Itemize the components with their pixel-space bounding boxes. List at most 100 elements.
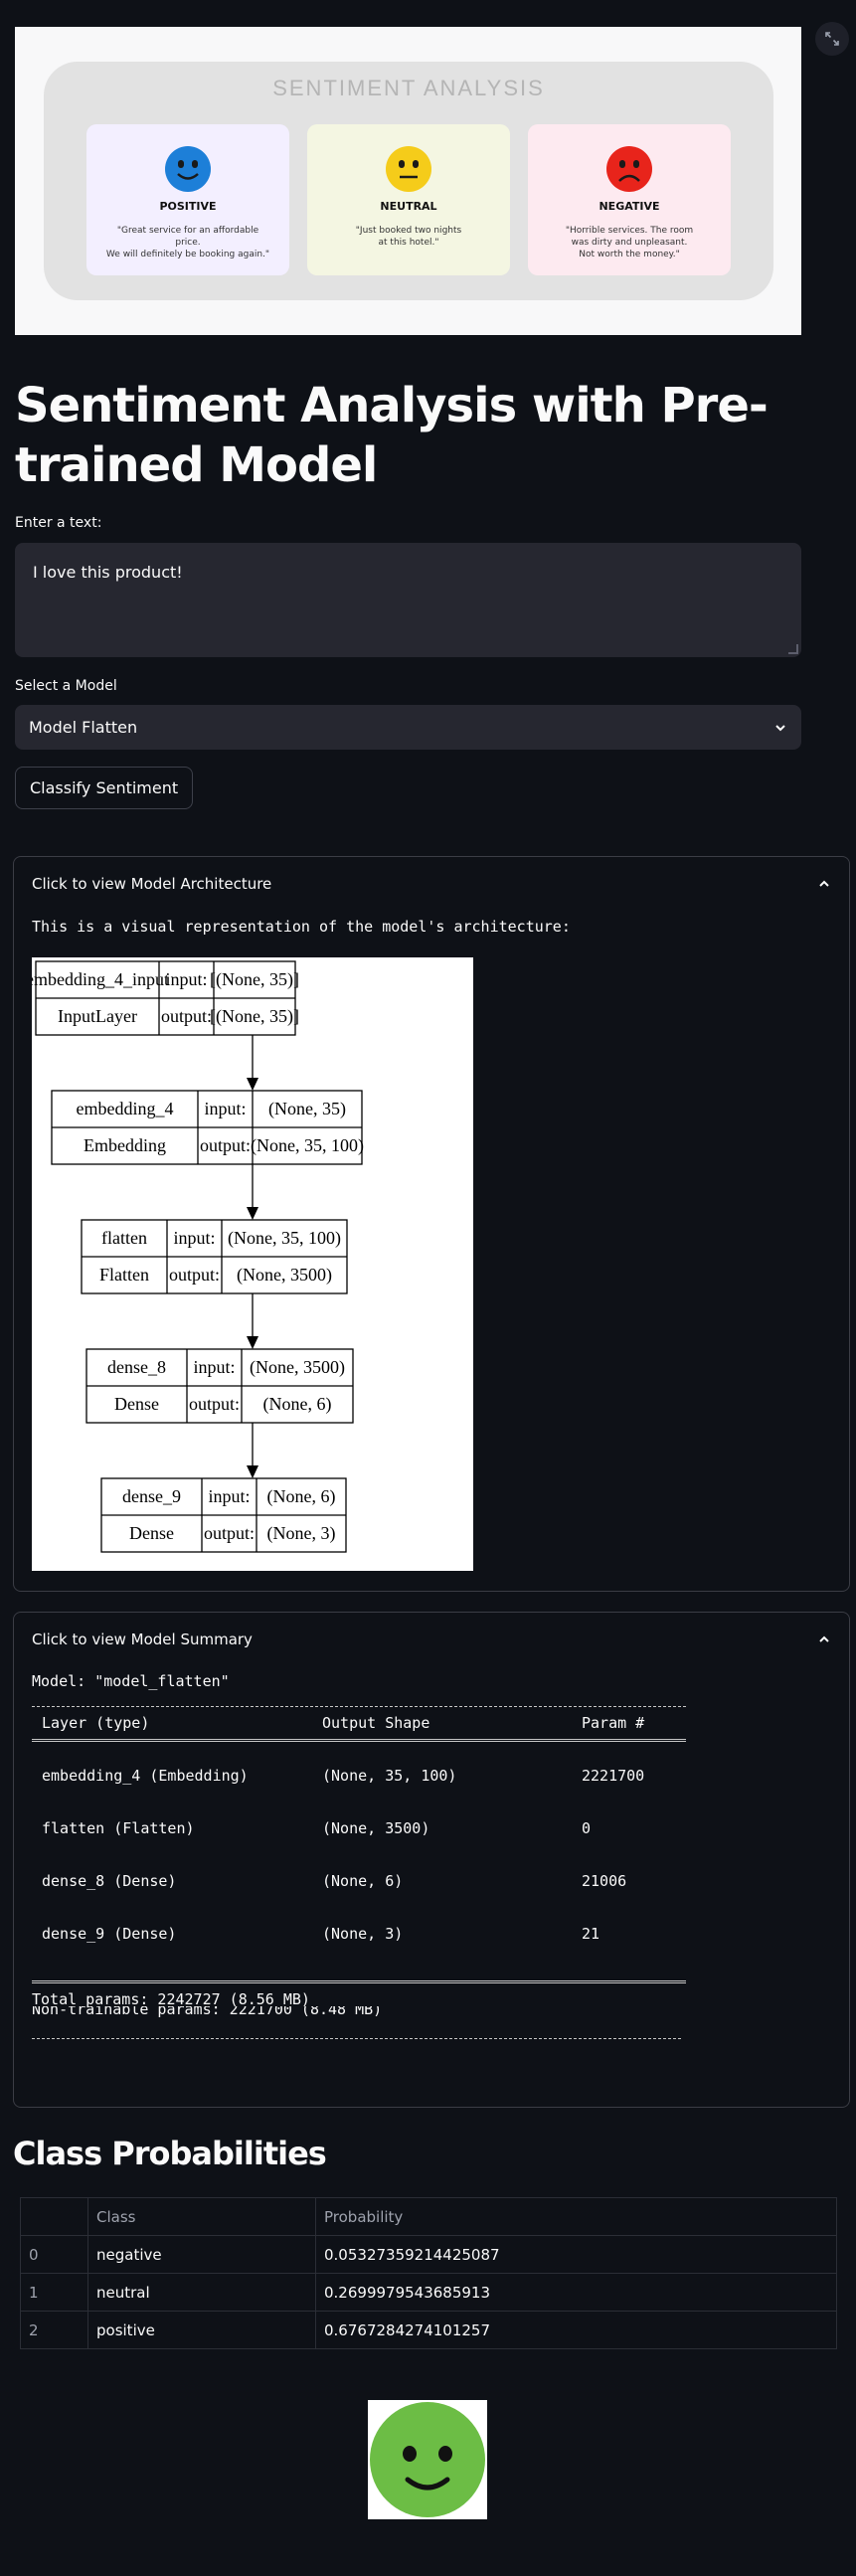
output-label: output: (169, 1265, 220, 1285)
input-shape: (None, 6) (267, 1486, 336, 1507)
fullscreen-icon (825, 32, 839, 46)
row-class: positive (87, 2311, 316, 2349)
summary-row-params: 2221700 (582, 1767, 645, 1785)
positive-card: POSITIVE "Great service for an affordabl… (86, 124, 289, 275)
positive-quote: "Great service for an affordable price. … (105, 226, 270, 259)
probability-header[interactable]: Probability (315, 2197, 837, 2236)
summary-row-shape: (None, 3) (322, 1925, 404, 1943)
result-image (368, 2400, 487, 2519)
text-input-value: I love this product! (33, 563, 183, 582)
probabilities-table: Class Probability 0 negative 0.053273592… (20, 2197, 837, 2349)
negative-quote: "Horrible services. The room was dirty a… (565, 226, 694, 259)
smiley-face-icon (370, 2402, 485, 2517)
output-shape: (None, 3) (267, 1523, 336, 1544)
summary-row-shape: (None, 6) (322, 1872, 404, 1890)
summary-divider (32, 1980, 686, 1983)
text-input[interactable]: I love this product! (15, 543, 801, 657)
summary-row-params: 21006 (582, 1872, 627, 1890)
model-select-value: Model Flatten (29, 718, 138, 737)
summary-col-layer: Layer (type) (42, 1714, 150, 1732)
architecture-expander-header[interactable]: Click to view Model Architecture (14, 857, 849, 911)
output-shape: (None, 6) (263, 1394, 332, 1415)
output-shape: (None, 3500) (237, 1265, 332, 1286)
input-shape: (None, 35, 100) (228, 1228, 341, 1249)
model-summary: Model: "model_flatten" Layer (type) Outp… (32, 1672, 847, 2100)
input-label: input: (208, 1486, 250, 1506)
neutral-card: NEUTRAL "Just booked two nights at this … (307, 124, 510, 275)
layer-name: embedding_4 (77, 1099, 174, 1118)
summary-col-shape: Output Shape (322, 1714, 430, 1732)
text-input-label: Enter a text: (15, 515, 102, 531)
layer-name: dense_8 (107, 1357, 166, 1377)
row-probability: 0.2699979543685913 (315, 2273, 837, 2312)
row-index: 2 (20, 2311, 88, 2349)
arrow-head (247, 1465, 258, 1478)
fullscreen-button[interactable] (815, 22, 849, 56)
input-shape: (None, 3500) (250, 1357, 345, 1378)
negative-card: NEGATIVE "Horrible services. The room wa… (528, 124, 731, 275)
summary-expander-title: Click to view Model Summary (32, 1631, 253, 1648)
arrow-head (247, 1207, 258, 1220)
summary-model-line: Model: "model_flatten" (32, 1672, 230, 1690)
neutral-face-icon (386, 146, 431, 192)
class-probabilities-title: Class Probabilities (13, 2135, 327, 2172)
summary-row-layer: dense_9 (Dense) (42, 1925, 177, 1943)
summary-row-params: 0 (582, 1819, 592, 1837)
input-label: input: (204, 1099, 246, 1118)
negative-label: NEGATIVE (599, 200, 660, 213)
summary-expander: Click to view Model Summary Model: "mode… (13, 1612, 850, 2108)
layer-name: embedding_4_input (32, 969, 169, 989)
output-label: output: (161, 1006, 212, 1026)
class-header[interactable]: Class (87, 2197, 316, 2236)
resize-handle[interactable] (788, 644, 798, 654)
layer-type: Dense (129, 1523, 174, 1543)
summary-row-layer: flatten (Flatten) (42, 1819, 195, 1837)
layer-type: Embedding (84, 1135, 166, 1155)
architecture-diagram: embedding_4_input InputLayer input: output:… (26, 957, 473, 1571)
summary-row-shape: (None, 3500) (322, 1819, 430, 1837)
row-index: 1 (20, 2273, 88, 2312)
table-header-row: Class Probability (20, 2197, 837, 2236)
input-label: input: (165, 969, 207, 989)
table-row: 1 neutral 0.2699979543685913 (20, 2273, 837, 2312)
layer-name: flatten (101, 1228, 147, 1248)
summary-expander-header[interactable]: Click to view Model Summary (14, 1613, 849, 1666)
arrow-head (247, 1336, 258, 1349)
architecture-expander-title: Click to view Model Architecture (32, 875, 272, 893)
summary-row-layer: embedding_4 (Embedding) (42, 1767, 249, 1785)
model-select[interactable]: Model Flatten (15, 705, 801, 750)
input-label: input: (193, 1357, 235, 1377)
summary-divider (32, 2038, 681, 2039)
index-header (20, 2197, 88, 2236)
output-label: output: (204, 1523, 255, 1543)
layer-name: dense_9 (122, 1486, 181, 1506)
sad-face-icon (606, 146, 652, 192)
arrow-head (247, 1078, 258, 1091)
output-shape: (None, 35, 100) (251, 1135, 364, 1156)
input-shape: (None, 35) (268, 1099, 346, 1119)
output-label: output: (200, 1135, 251, 1155)
summary-non-trainable-params: Non-trainable params: 2221700 (8.48 MB) (32, 2006, 383, 2018)
table-row: 0 negative 0.05327359214425087 (20, 2235, 837, 2274)
summary-row-params: 21 (582, 1925, 600, 1943)
output-shape: [(None, 35)] (210, 1006, 299, 1027)
layer-type: Flatten (99, 1265, 149, 1285)
page-title: Sentiment Analysis with Pre-trained Mode… (15, 378, 769, 493)
summary-col-params: Param # (582, 1714, 645, 1732)
table-row: 2 positive 0.6767284274101257 (20, 2311, 837, 2349)
row-probability: 0.05327359214425087 (315, 2235, 837, 2274)
summary-divider (32, 1706, 686, 1707)
layer-type: Dense (114, 1394, 159, 1414)
model-select-label: Select a Model (15, 678, 117, 694)
row-class: negative (87, 2235, 316, 2274)
neutral-label: NEUTRAL (380, 200, 437, 213)
layer-type: InputLayer (58, 1006, 137, 1026)
summary-row-shape: (None, 35, 100) (322, 1767, 457, 1785)
input-shape: [(None, 35)] (210, 969, 299, 990)
architecture-caption: This is a visual representation of the m… (32, 918, 571, 936)
output-label: output: (189, 1394, 240, 1414)
banner-image: SENTIMENT ANALYSIS POSITIVE "Great servi… (15, 27, 801, 335)
classify-sentiment-button[interactable]: Classify Sentiment (15, 767, 194, 809)
banner-panel: SENTIMENT ANALYSIS POSITIVE "Great servi… (44, 62, 773, 300)
neutral-quote: "Just booked two nights at this hotel." (355, 226, 462, 248)
